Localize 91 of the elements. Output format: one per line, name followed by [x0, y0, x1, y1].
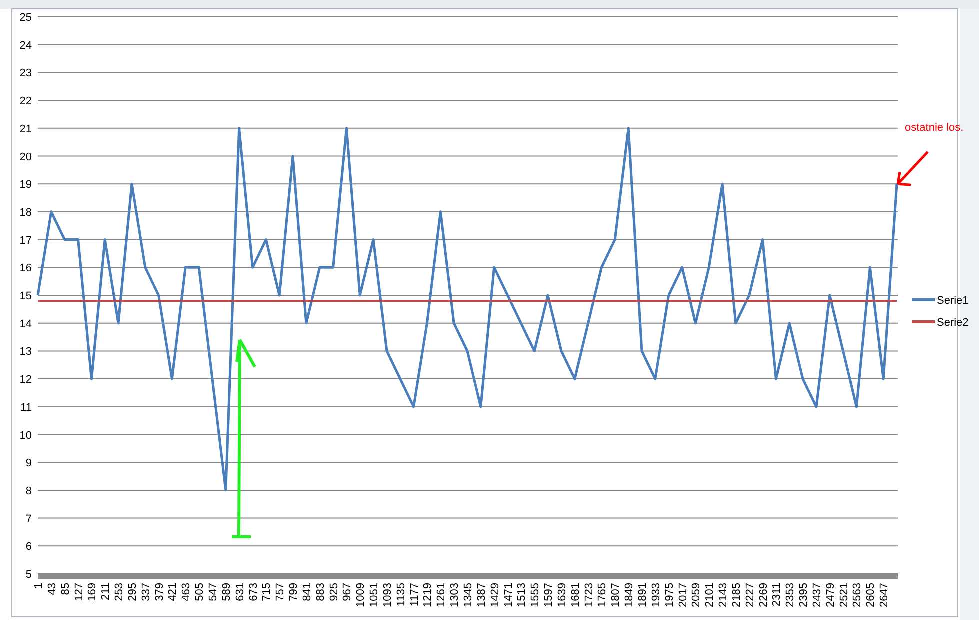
x-tick-label: 85 — [60, 583, 72, 596]
legend-label: Serie1 — [937, 295, 969, 307]
x-tick-label: 1471 — [502, 583, 515, 608]
x-tick-label: 2269 — [758, 583, 770, 608]
x-tick-label: 757 — [274, 583, 287, 602]
x-tick-label: 589 — [220, 583, 233, 602]
x-tick-label: 715 — [261, 583, 274, 602]
x-tick-label: 2185 — [730, 583, 743, 608]
y-tick-label: 7 — [26, 513, 32, 526]
x-tick-label: 1387 — [476, 583, 488, 608]
x-tick-label: 1555 — [530, 583, 542, 608]
x-tick-label: 631 — [234, 583, 246, 602]
x-tick-label: 1093 — [382, 583, 394, 608]
y-tick-label: 25 — [20, 12, 32, 24]
x-tick-label: 1 — [33, 583, 45, 590]
annotation-arrow — [896, 150, 930, 186]
y-tick-label: 19 — [20, 179, 32, 192]
x-tick-label: 1891 — [636, 583, 649, 608]
x-tick-label: 2353 — [784, 583, 797, 608]
y-tick-label: 8 — [26, 485, 32, 498]
x-tick-label: 1303 — [449, 583, 462, 608]
x-tick-label: 2311 — [771, 583, 784, 607]
x-tick-label: 2479 — [824, 583, 837, 608]
x-tick-label: 1219 — [422, 583, 434, 608]
y-tick-label: 22 — [20, 96, 32, 108]
x-tick-label: 673 — [248, 583, 260, 602]
x-tick-label: 2521 — [838, 583, 850, 608]
y-tick-label: 13 — [20, 346, 32, 358]
y-tick-label: 9 — [26, 458, 32, 470]
x-tick-label: 1009 — [355, 583, 368, 608]
x-tick-label: 1135 — [395, 583, 408, 607]
x-tick-label: 1681 — [570, 583, 582, 608]
x-tick-label: 2437 — [811, 583, 824, 608]
y-tick-label: 6 — [26, 541, 32, 554]
y-tick-label: 18 — [20, 206, 32, 219]
x-tick-label: 2227 — [744, 583, 756, 608]
legend-swatch — [912, 298, 935, 302]
x-tick-label: 1597 — [543, 583, 556, 608]
x-tick-label: 2563 — [852, 583, 864, 608]
x-tick-label: 337 — [140, 583, 152, 602]
x-tick-label: 505 — [194, 583, 206, 602]
x-tick-label: 925 — [328, 583, 340, 602]
x-tick-label: 1723 — [583, 583, 596, 608]
x-tick-label: 1513 — [516, 583, 528, 608]
x-tick-label: 1807 — [610, 583, 622, 608]
x-tick-label: 1345 — [462, 583, 474, 608]
y-tick-label: 14 — [20, 318, 32, 330]
y-tick-label: 11 — [20, 402, 32, 414]
y-tick-label: 21 — [20, 123, 32, 136]
x-tick-label: 43 — [46, 583, 58, 596]
annotation-label: ostatnie los. — [905, 122, 964, 134]
legend-swatch — [912, 320, 935, 324]
y-tick-label: 12 — [20, 374, 32, 386]
y-tick-label: 10 — [20, 430, 32, 442]
x-tick-label: 2143 — [718, 583, 730, 608]
y-tick-label: 16 — [20, 262, 32, 275]
x-tick-label: 463 — [180, 583, 193, 602]
x-tick-label: 1639 — [556, 583, 568, 608]
x-tick-label: 421 — [167, 583, 180, 602]
y-tick-label: 5 — [26, 569, 32, 581]
x-tick-label: 1765 — [596, 583, 609, 608]
x-tick-label: 2395 — [798, 583, 810, 608]
x-tick-label: 547 — [207, 583, 220, 602]
x-tick-label: 2647 — [878, 583, 891, 608]
x-tick-label: 127 — [73, 583, 86, 602]
x-tick-label: 379 — [154, 583, 166, 602]
x-tick-label: 169 — [86, 583, 99, 602]
x-tick-label: 2605 — [865, 583, 878, 608]
x-tick-label: 2017 — [677, 583, 690, 608]
y-tick-label: 23 — [20, 68, 32, 80]
x-tick-label: 1177 — [408, 583, 421, 607]
x-tick-label: 799 — [288, 583, 300, 602]
x-tick-label: 1849 — [624, 583, 636, 608]
x-tick-label: 967 — [342, 583, 354, 602]
x-tick-label: 1429 — [489, 583, 502, 608]
x-tick-label: 2101 — [704, 583, 716, 608]
y-tick-label: 24 — [20, 40, 32, 52]
y-tick-label: 20 — [20, 151, 32, 164]
x-tick-label: 883 — [314, 583, 327, 602]
x-tick-label: 2059 — [690, 583, 703, 608]
x-tick-label: 841 — [301, 583, 314, 602]
legend-label: Serie2 — [937, 317, 969, 329]
x-tick-label: 1975 — [664, 583, 676, 608]
x-tick-label: 1051 — [368, 583, 381, 608]
x-tick-label: 211 — [100, 583, 112, 601]
x-tick-label: 295 — [126, 583, 139, 602]
x-tick-label: 1261 — [436, 583, 448, 608]
x-tick-label: 1933 — [650, 583, 662, 608]
y-tick-label: 17 — [20, 234, 32, 247]
x-tick-label: 253 — [114, 583, 126, 602]
y-tick-label: 15 — [20, 290, 32, 302]
